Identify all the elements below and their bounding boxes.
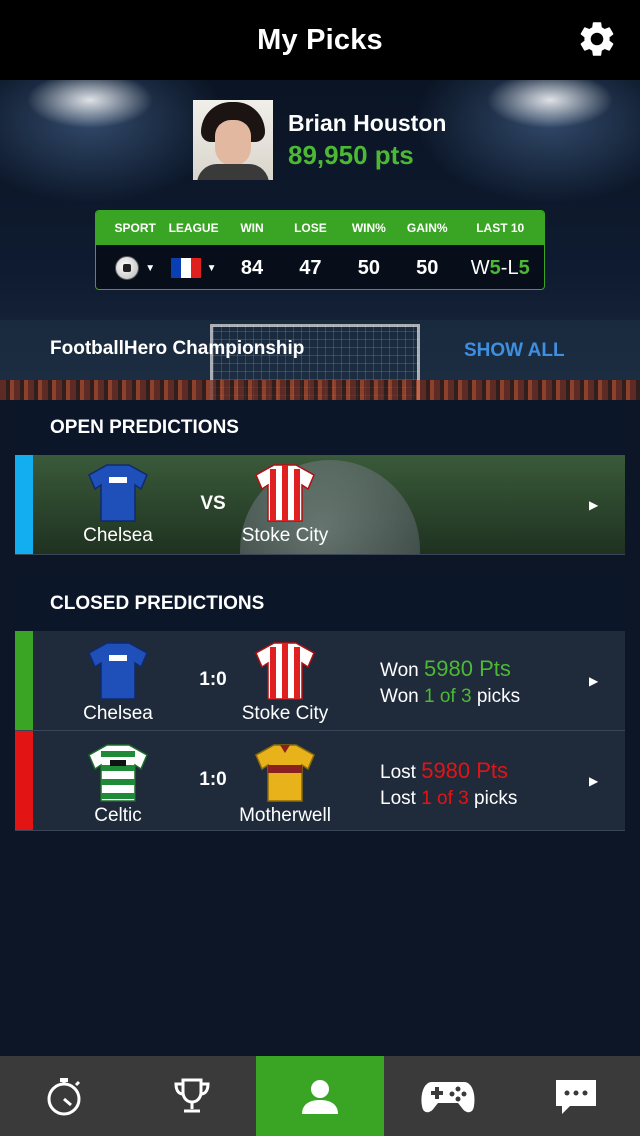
home-team: Chelsea — [48, 641, 188, 725]
stats-header: SPORT LEAGUE WIN LOSE WIN% GAIN% LAST 10 — [96, 211, 544, 245]
user-name: Brian Houston — [288, 110, 447, 136]
top-bar: My Picks — [0, 0, 640, 80]
tab-games[interactable] — [384, 1056, 512, 1136]
result-picks: 1 of 3 — [421, 788, 469, 809]
home-team-name: Celtic — [94, 805, 142, 826]
chevron-right-icon: ▶ — [589, 498, 599, 512]
tab-messages[interactable] — [512, 1056, 640, 1136]
stat-lose: 47 — [299, 256, 322, 279]
result-label: Lost — [380, 788, 422, 809]
stoke-city-shirt-icon — [255, 464, 315, 522]
home-team: Celtic — [48, 743, 188, 827]
away-team: Stoke City — [215, 463, 355, 547]
result-picks-suffix: picks — [471, 686, 521, 707]
stopwatch-icon — [47, 1078, 81, 1116]
tab-profile[interactable] — [256, 1056, 384, 1136]
chelsea-shirt-icon — [88, 642, 148, 700]
profile-icon — [302, 1080, 338, 1114]
last10-l-label: -L — [500, 256, 519, 279]
result-picks-suffix: picks — [468, 788, 518, 809]
gamepad-icon — [421, 1082, 475, 1113]
last10-l-count: 5 — [518, 256, 530, 279]
tab-live[interactable] — [0, 1056, 128, 1136]
status-bar — [15, 731, 33, 830]
avatar[interactable] — [193, 100, 273, 180]
prediction-result: Won 5980 Pts Won 1 of 3 picks — [380, 656, 520, 710]
closed-prediction-card[interactable]: Chelsea 1:0 Stoke City Won 5980 Pts Won … — [15, 631, 625, 731]
championship-name: FootballHero Championship — [50, 338, 305, 359]
stats-header-league: LEAGUE — [168, 221, 219, 235]
page-title: My Picks — [257, 23, 383, 56]
tab-bar — [0, 1056, 640, 1136]
stat-gain-pct: 50 — [416, 256, 439, 279]
user-points: 89,950 pts — [288, 140, 414, 170]
trophy-icon — [174, 1078, 210, 1113]
away-team: Motherwell — [215, 743, 355, 827]
championship-bar: FootballHero Championship SHOW ALL — [0, 320, 640, 400]
soccer-ball-icon — [115, 256, 140, 280]
stats-header-lose: LOSE — [294, 221, 327, 235]
status-bar — [15, 455, 33, 554]
result-picks: 1 of 3 — [424, 686, 472, 707]
stats-header-win-pct: WIN% — [351, 221, 386, 235]
result-points: 5980 Pts — [424, 656, 511, 681]
last10-w-label: W — [470, 256, 490, 279]
stats-header-sport: SPORT — [114, 221, 156, 235]
result-label: Lost — [380, 762, 422, 783]
stadium-crowd — [0, 380, 640, 400]
result-points: 5980 Pts — [421, 758, 509, 783]
profile-header: Brian Houston 89,950 pts SPORT LEAGUE WI… — [0, 80, 640, 400]
tab-leaderboard[interactable] — [128, 1056, 256, 1136]
prediction-result: Lost 5980 Pts Lost 1 of 3 picks — [380, 758, 517, 812]
chelsea-shirt-icon — [88, 464, 148, 522]
france-flag-icon — [170, 258, 201, 278]
stat-win: 84 — [240, 256, 264, 279]
open-prediction-card[interactable]: Chelsea VS Stoke City ▶ — [15, 455, 625, 555]
stats-table: SPORT LEAGUE WIN LOSE WIN% GAIN% LAST 10… — [95, 210, 545, 290]
league-selector[interactable]: ▼ — [164, 258, 222, 278]
sport-selector[interactable]: ▼ — [106, 256, 164, 280]
stat-last10: W5-L5 — [456, 257, 544, 280]
result-label: Won — [380, 686, 425, 707]
away-team-name: Stoke City — [241, 703, 329, 724]
chevron-right-icon: ▶ — [589, 774, 599, 788]
motherwell-shirt-icon — [255, 744, 315, 802]
home-team-name: Chelsea — [83, 703, 153, 724]
open-predictions-title: OPEN PREDICTIONS — [15, 400, 625, 455]
closed-predictions-title: CLOSED PREDICTIONS — [15, 576, 625, 631]
chevron-right-icon: ▶ — [589, 674, 599, 688]
chevron-down-icon: ▼ — [145, 262, 156, 274]
away-team: Stoke City — [215, 641, 355, 725]
status-bar — [15, 631, 33, 730]
stoke-city-shirt-icon — [255, 642, 315, 700]
show-all-link[interactable]: SHOW ALL — [464, 340, 565, 362]
last10-w-count: 5 — [489, 256, 501, 279]
chat-icon — [556, 1080, 596, 1114]
stat-win-pct: 50 — [357, 256, 380, 279]
celtic-shirt-icon — [88, 744, 148, 802]
stats-header-win: WIN — [240, 221, 264, 235]
stats-header-last10: LAST 10 — [476, 221, 525, 235]
away-team-name: Stoke City — [241, 525, 329, 546]
home-team-name: Chelsea — [83, 525, 153, 546]
stats-header-gain-pct: GAIN% — [406, 221, 448, 235]
closed-prediction-card[interactable]: Celtic 1:0 Motherwell Lost 5980 Pts Lost… — [15, 731, 625, 831]
home-team: Chelsea — [48, 463, 188, 547]
stats-values: ▼ ▼ 84 47 50 50 W5-L5 — [96, 245, 544, 289]
gear-icon[interactable] — [576, 18, 618, 60]
chevron-down-icon: ▼ — [206, 262, 217, 274]
away-team-name: Motherwell — [239, 805, 331, 826]
result-label: Won — [380, 660, 425, 681]
